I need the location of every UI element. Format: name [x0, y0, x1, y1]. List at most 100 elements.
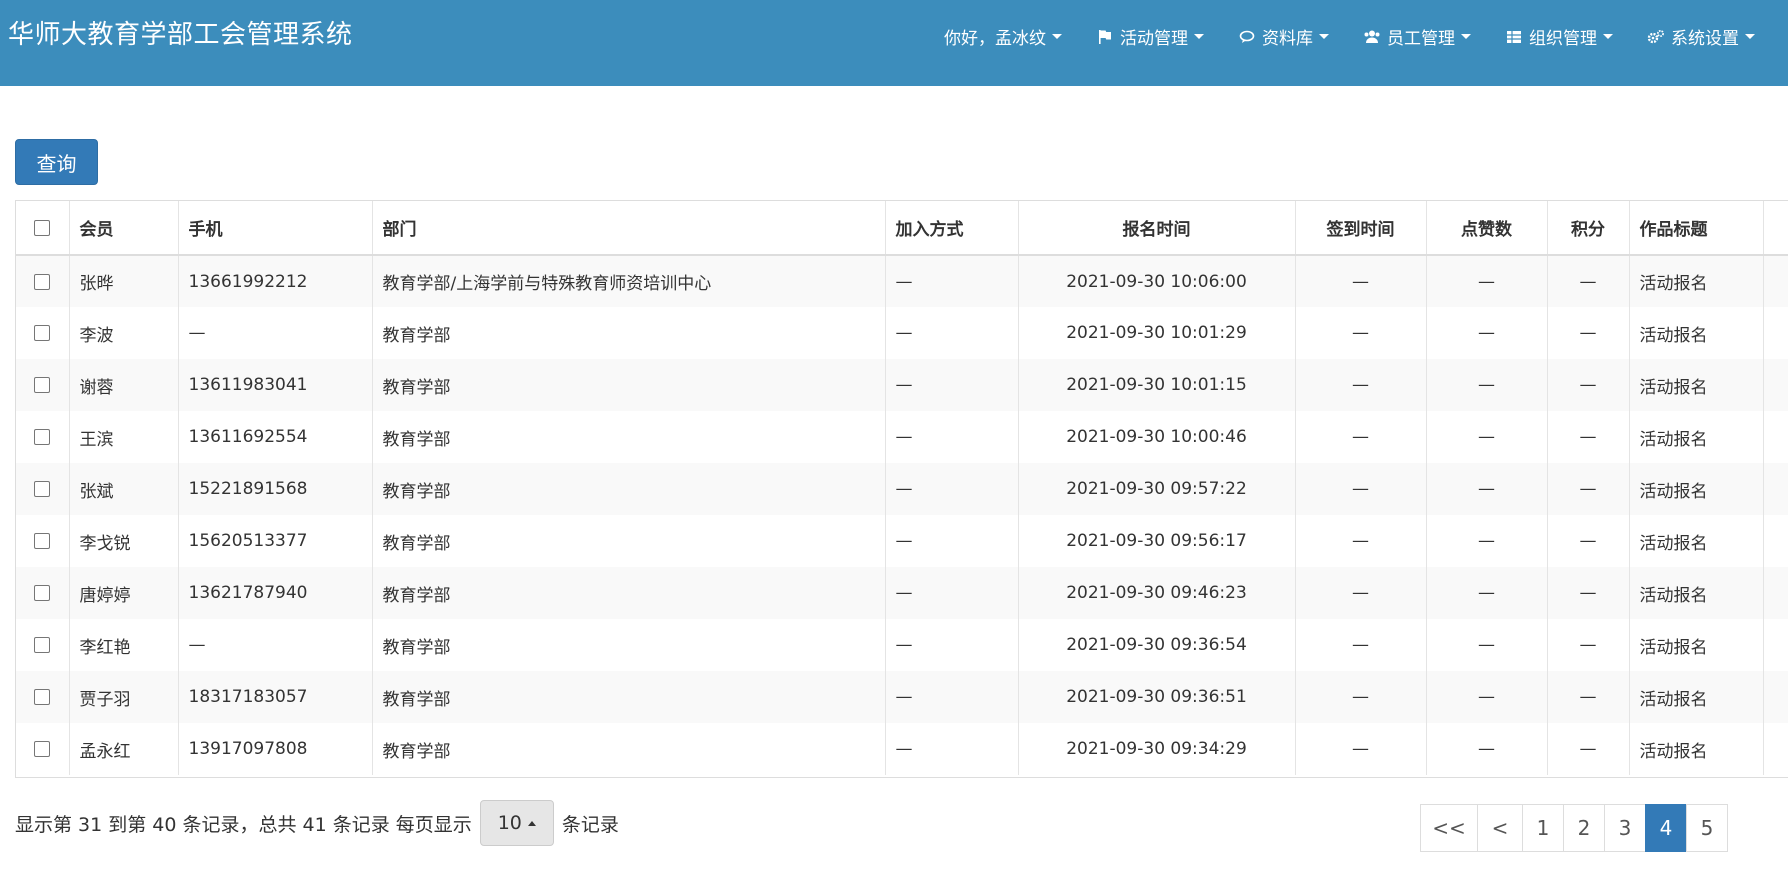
row-checkbox[interactable]	[34, 377, 51, 393]
member-cell: 王滨	[69, 411, 179, 463]
points-cell: —	[1547, 619, 1630, 671]
records-suffix: 条记录	[561, 813, 619, 836]
table-row[interactable]: 李红艳 — 教育学部 —2021-09-30 09:36:54— — — 活动报名	[16, 619, 1788, 671]
table-row[interactable]: 谢蓉 13611983041 教育学部 —2021-09-30 10:01:15— — —…	[16, 359, 1788, 411]
table-row[interactable]: 贾子羽 18317183057 教育学部 —2021-09-30 09:36:51— —…	[16, 671, 1788, 723]
chevron-down-icon	[1052, 34, 1062, 39]
nav-label: 组织管理	[1529, 29, 1597, 49]
department-cell: 教育学部	[372, 671, 886, 723]
nav-organization-management[interactable]: 组织管理	[1505, 24, 1613, 49]
column-header-signup-time[interactable]: 报名时间	[1018, 201, 1296, 256]
row-checkbox[interactable]	[34, 481, 51, 497]
department-cell: 教育学部	[372, 359, 886, 411]
work-title-cell: 活动报名	[1629, 567, 1764, 619]
table-row[interactable]: 李戈锐 15620513377 教育学部 —2021-09-30 09:56:17— —…	[16, 515, 1788, 567]
phone-cell: 15620513377	[178, 515, 373, 567]
page-1[interactable]: 1	[1522, 804, 1564, 852]
member-cell: 孟永红	[69, 723, 179, 775]
join-method-cell: —	[885, 567, 1019, 619]
extra-cell	[1763, 723, 1788, 775]
row-checkbox[interactable]	[34, 273, 51, 290]
prev-page-button[interactable]: <	[1477, 804, 1523, 852]
join-method-cell: —	[885, 255, 1019, 307]
row-select-cell	[16, 411, 70, 463]
page-5[interactable]: 5	[1686, 804, 1728, 852]
likes-cell: —	[1426, 619, 1548, 671]
row-checkbox[interactable]	[34, 637, 51, 653]
query-button[interactable]: 查询	[15, 139, 98, 185]
table-row[interactable]: 唐婷婷 13621787940 教育学部 —2021-09-30 09:46:23— —…	[16, 567, 1788, 619]
points-cell: —	[1547, 463, 1630, 515]
signup-time-cell: 2021-09-30 10:01:15	[1018, 359, 1296, 411]
row-checkbox[interactable]	[34, 533, 51, 549]
column-header-likes[interactable]: 点赞数	[1426, 201, 1548, 256]
page-size-select[interactable]: 10	[479, 800, 554, 846]
page-4[interactable]: 4	[1645, 804, 1687, 852]
row-select-cell	[16, 255, 70, 307]
table-row[interactable]: 王滨 13611692554 教育学部 —2021-09-30 10:00:46— — —…	[16, 411, 1788, 463]
phone-cell: 13611983041	[178, 359, 373, 411]
nav-system-settings[interactable]: 系统设置	[1647, 24, 1755, 49]
members-table: 会员 手机 部门 加入方式 报名时间 签到时间 点赞数 积分 作品标题 张晔 13…	[16, 201, 1788, 775]
extra-cell	[1763, 411, 1788, 463]
table-row[interactable]: 张晔 13661992212 教育学部/上海学前与特殊教育师资培训中心 —2021-0…	[16, 255, 1788, 307]
row-checkbox[interactable]	[34, 585, 51, 601]
extra-cell	[1763, 567, 1788, 619]
nav-library[interactable]: 资料库	[1238, 24, 1329, 49]
select-all-cell	[16, 201, 70, 256]
department-cell: 教育学部	[372, 307, 886, 359]
column-header-points[interactable]: 积分	[1547, 201, 1630, 256]
member-cell: 李红艳	[69, 619, 179, 671]
work-title-cell: 活动报名	[1629, 463, 1764, 515]
points-cell: —	[1547, 723, 1630, 775]
row-checkbox[interactable]	[34, 429, 51, 445]
row-select-cell	[16, 671, 70, 723]
department-cell: 教育学部	[372, 723, 886, 775]
member-cell: 谢蓉	[69, 359, 179, 411]
phone-cell: 13621787940	[178, 567, 373, 619]
checkin-time-cell: —	[1295, 671, 1427, 723]
user-menu[interactable]: 你好，孟冰纹	[944, 24, 1062, 49]
nav-label: 系统设置	[1671, 29, 1739, 49]
column-header-checkin-time[interactable]: 签到时间	[1295, 201, 1427, 256]
work-title-cell: 活动报名	[1629, 411, 1764, 463]
nav-label: 资料库	[1262, 29, 1313, 49]
nav-staff-management[interactable]: 员工管理	[1363, 24, 1471, 49]
row-checkbox[interactable]	[34, 741, 51, 757]
phone-cell: 13611692554	[178, 411, 373, 463]
table-row[interactable]: 孟永红 13917097808 教育学部 —2021-09-30 09:34:29— —…	[16, 723, 1788, 775]
page-2[interactable]: 2	[1563, 804, 1605, 852]
chevron-down-icon	[1194, 34, 1204, 39]
column-header-join-method[interactable]: 加入方式	[885, 201, 1019, 256]
nav-activity-management[interactable]: 活动管理	[1096, 24, 1204, 49]
first-page-button[interactable]: <<	[1420, 804, 1478, 852]
select-all-checkbox[interactable]	[34, 219, 51, 236]
row-checkbox[interactable]	[34, 325, 51, 341]
caret-up-icon	[527, 820, 536, 826]
nav-menu: 你好，孟冰纹 活动管理 资料库 员工管理 组织管理 系统设置	[944, 24, 1788, 49]
signup-time-cell: 2021-09-30 09:46:23	[1018, 567, 1296, 619]
row-select-cell	[16, 359, 70, 411]
department-cell: 教育学部/上海学前与特殊教育师资培训中心	[372, 255, 886, 307]
users-icon	[1364, 30, 1380, 43]
likes-cell: —	[1426, 723, 1548, 775]
work-title-cell: 活动报名	[1629, 255, 1764, 307]
row-checkbox[interactable]	[34, 689, 51, 705]
flag-icon	[1099, 29, 1111, 44]
table-header-row: 会员 手机 部门 加入方式 报名时间 签到时间 点赞数 积分 作品标题	[16, 201, 1788, 256]
work-title-cell: 活动报名	[1629, 359, 1764, 411]
extra-cell	[1763, 463, 1788, 515]
column-header-work-title[interactable]: 作品标题	[1629, 201, 1764, 256]
column-header-department[interactable]: 部门	[372, 201, 886, 256]
page-3[interactable]: 3	[1604, 804, 1646, 852]
column-header-member[interactable]: 会员	[69, 201, 179, 256]
likes-cell: —	[1426, 359, 1548, 411]
likes-cell: —	[1426, 307, 1548, 359]
table-row[interactable]: 张斌 15221891568 教育学部 —2021-09-30 09:57:22— — —…	[16, 463, 1788, 515]
signup-time-cell: 2021-09-30 10:06:00	[1018, 255, 1296, 307]
table-row[interactable]: 李波 — 教育学部 —2021-09-30 10:01:29— — — 活动报名	[16, 307, 1788, 359]
user-greeting: 你好，孟冰纹	[944, 29, 1046, 49]
phone-cell: 18317183057	[178, 671, 373, 723]
work-title-cell: 活动报名	[1629, 723, 1764, 775]
column-header-phone[interactable]: 手机	[178, 201, 373, 256]
